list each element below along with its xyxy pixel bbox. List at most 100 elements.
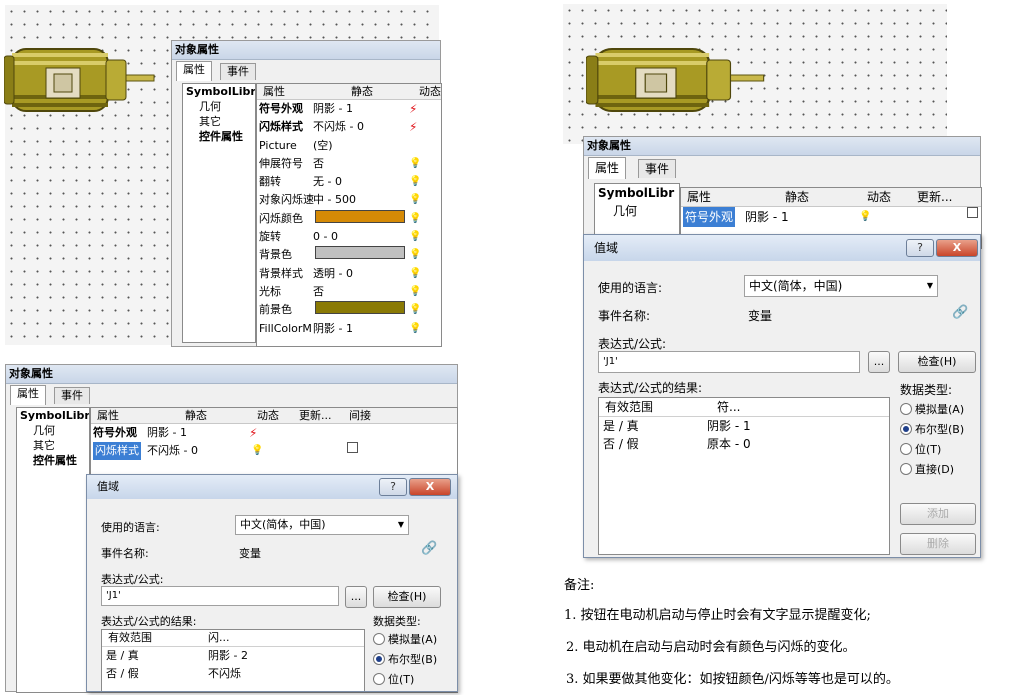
bulb-icon[interactable]: 💡 (409, 191, 421, 209)
bulb-icon[interactable]: 💡 (409, 283, 421, 301)
property-row[interactable]: 旋转 0 - 0 💡 (257, 228, 441, 246)
bulb-icon[interactable]: 💡 (409, 320, 421, 338)
property-grid: 属性 静态 动态 符号外观 阴影 - 1 ⚡ 闪烁样式 不闪烁 - 0 ⚡ Picture (… (256, 83, 442, 347)
result-row[interactable]: 否 / 假 不闪烁 (102, 665, 364, 683)
property-row[interactable]: 对象闪烁速中 - 500 💡 (257, 191, 441, 209)
lightning-icon[interactable]: ⚡ (409, 118, 417, 136)
indirect-checkbox[interactable] (967, 207, 978, 218)
help-button[interactable]: ? (906, 239, 934, 257)
tab-properties[interactable]: 属性 (10, 385, 46, 405)
tree-item-control-props[interactable]: 控件属性 (183, 129, 255, 144)
property-row[interactable]: 前景色 💡 (257, 301, 441, 319)
tab-events[interactable]: 事件 (638, 159, 677, 178)
bulb-icon[interactable]: 💡 (251, 442, 263, 460)
close-button[interactable]: X (409, 478, 451, 496)
language-select[interactable]: 中文(简体，中国) ▼ (235, 515, 409, 535)
result-list[interactable]: 有效范围 闪... 是 / 真 阴影 - 2 否 / 假 不闪烁 (101, 629, 365, 691)
radio-analog[interactable]: 模拟量(A) (373, 631, 437, 647)
property-row[interactable]: 符号外观 阴影 - 1 ⚡ (257, 100, 441, 118)
radio-analog[interactable]: 模拟量(A) (900, 401, 964, 417)
property-name: Picture (259, 138, 297, 152)
lightning-icon[interactable]: ⚡ (409, 100, 417, 118)
bulb-icon[interactable]: 💡 (859, 207, 871, 227)
panel-title: 对象属性 (6, 365, 457, 384)
bulb-icon[interactable]: 💡 (409, 155, 421, 173)
property-row[interactable]: 闪烁样式 不闪烁 - 0 💡 (91, 442, 457, 461)
motor-icon[interactable] (4, 44, 156, 116)
variable-picker-icon[interactable]: 🔗 (952, 305, 968, 320)
tab-events[interactable]: 事件 (54, 387, 90, 404)
bulb-icon[interactable]: 💡 (409, 301, 421, 319)
tree-root[interactable]: SymbolLibr (595, 184, 679, 202)
browse-button[interactable]: ... (868, 351, 890, 373)
event-name-label: 事件名称: (598, 309, 651, 323)
col-property: 属性 (687, 190, 712, 204)
result-row[interactable]: 否 / 假 原本 - 0 (599, 435, 889, 453)
tree-item-geometry[interactable]: 几何 (595, 202, 679, 220)
close-button[interactable]: X (936, 239, 978, 257)
tab-properties[interactable]: 属性 (176, 61, 212, 81)
radio-label: 位(T) (388, 673, 415, 686)
property-row[interactable]: FillColorM 阴影 - 1 💡 (257, 320, 441, 338)
radio-boolean[interactable]: 布尔型(B) (373, 651, 437, 667)
result-row[interactable]: 是 / 真 阴影 - 1 (599, 417, 889, 435)
indirect-checkbox[interactable] (347, 442, 358, 454)
property-row[interactable]: 符号外观 阴影 - 1 ⚡ (91, 424, 457, 442)
delete-button[interactable]: 删除 (900, 533, 976, 555)
bulb-icon[interactable]: 💡 (409, 265, 421, 283)
property-row[interactable]: 背景色 💡 (257, 246, 441, 264)
property-row[interactable]: 伸展符号否 💡 (257, 155, 441, 173)
bulb-icon[interactable]: 💡 (409, 246, 421, 264)
browse-button[interactable]: ... (345, 586, 367, 608)
property-row[interactable]: 光标 否 💡 (257, 283, 441, 301)
tree-item-geometry[interactable]: 几何 (183, 99, 255, 114)
radio-label: 模拟量(A) (915, 403, 965, 416)
result-row[interactable]: 是 / 真 阴影 - 2 (102, 647, 364, 665)
expression-input[interactable]: 'J1' (101, 586, 339, 606)
property-row[interactable]: 背景样式 透明 - 0 💡 (257, 265, 441, 283)
radio-bit[interactable]: 位(T) (373, 671, 414, 687)
tree-item-other[interactable]: 其它 (17, 438, 89, 453)
property-row[interactable]: 闪烁颜色 💡 (257, 209, 441, 228)
color-swatch[interactable] (315, 301, 405, 315)
property-row[interactable]: Picture (空) (257, 137, 441, 155)
tree-root[interactable]: SymbolLibr (183, 84, 255, 99)
bulb-icon[interactable]: 💡 (409, 173, 421, 191)
radio-boolean[interactable]: 布尔型(B) (900, 421, 964, 437)
tab-events[interactable]: 事件 (220, 63, 256, 80)
property-row[interactable]: 闪烁样式 不闪烁 - 0 ⚡ (257, 118, 441, 136)
property-value: 不闪烁 - 0 (147, 444, 198, 458)
col-update: 更新... (917, 190, 953, 204)
language-select[interactable]: 中文(简体，中国) ▼ (744, 275, 938, 297)
tree-item-geometry[interactable]: 几何 (17, 423, 89, 438)
tree-item-other[interactable]: 其它 (183, 114, 255, 129)
tree-item-control-props[interactable]: 控件属性 (17, 453, 89, 468)
expression-input[interactable]: 'J1' (598, 351, 860, 373)
check-button[interactable]: 检查(H) (898, 351, 976, 373)
notes-title: 备注: (564, 578, 595, 593)
property-value: (空) (313, 138, 333, 152)
add-button[interactable]: 添加 (900, 503, 976, 525)
tree-root[interactable]: SymbolLibr (17, 408, 89, 423)
check-button[interactable]: 检查(H) (373, 586, 441, 608)
radio-bit[interactable]: 位(T) (900, 441, 941, 457)
tree-view: SymbolLibr 几何 其它 控件属性 (16, 407, 90, 693)
bulb-icon[interactable]: 💡 (409, 210, 421, 228)
col-dynamic: 动态 (257, 409, 279, 422)
property-row[interactable]: 翻转 无 - 0 💡 (257, 173, 441, 191)
color-swatch[interactable] (315, 209, 405, 223)
col-range: 有效范围 (605, 400, 654, 414)
property-row[interactable]: 符号外观 阴影 - 1 💡 (681, 207, 981, 227)
motor-icon[interactable] (586, 44, 766, 116)
help-button[interactable]: ? (379, 478, 407, 496)
result-list[interactable]: 有效范围 符... 是 / 真 阴影 - 1 否 / 假 原本 - 0 (598, 397, 890, 555)
radio-direct[interactable]: 直接(D) (900, 461, 954, 477)
tab-properties[interactable]: 属性 (588, 157, 627, 179)
color-swatch[interactable] (315, 246, 405, 260)
property-name-selected: 闪烁样式 (93, 442, 141, 461)
variable-picker-icon[interactable]: 🔗 (421, 541, 437, 556)
property-value: 0 - 0 (313, 230, 338, 244)
lightning-icon[interactable]: ⚡ (249, 424, 257, 442)
bulb-icon[interactable]: 💡 (409, 228, 421, 246)
property-name: 光标 (259, 284, 281, 298)
